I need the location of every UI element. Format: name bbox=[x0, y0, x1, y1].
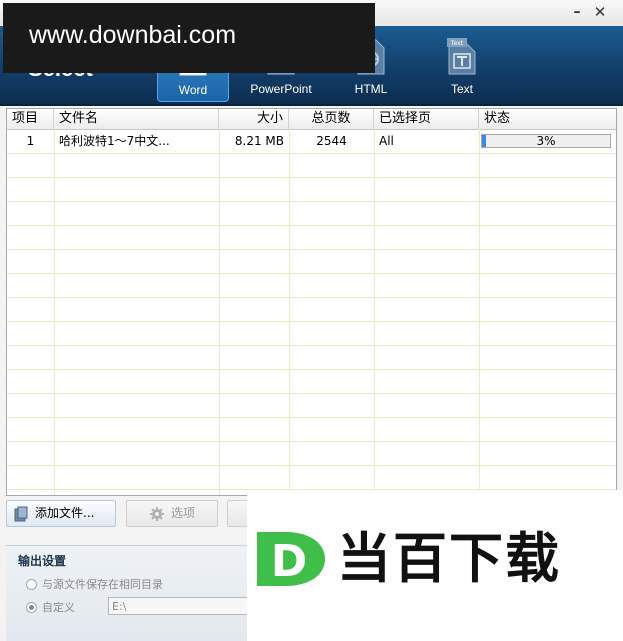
progress-bar: 3% bbox=[481, 134, 611, 148]
file-list-table[interactable]: 项目 文件名 大小 总页数 已选择页 状态 1 哈利波特1～7中文... 8.2… bbox=[6, 108, 617, 496]
radio-same-directory[interactable] bbox=[26, 579, 37, 590]
column-header-total-pages[interactable]: 总页数 bbox=[289, 109, 374, 129]
format-text-button[interactable]: Text Text bbox=[426, 26, 498, 102]
text-icon-tag: Text bbox=[450, 40, 464, 47]
empty-row bbox=[7, 202, 616, 226]
watermark-website: www.downbai.com bbox=[3, 3, 375, 73]
radio-custom-label: 自定义 bbox=[42, 601, 75, 614]
cell-total-pages: 2544 bbox=[316, 134, 347, 148]
empty-row bbox=[7, 178, 616, 202]
progress-text: 3% bbox=[536, 134, 556, 148]
table-row[interactable]: 1 哈利波特1～7中文... 8.21 MB 2544 All 3% bbox=[7, 130, 616, 154]
empty-row bbox=[7, 418, 616, 442]
column-header-index[interactable]: 项目 bbox=[7, 109, 54, 129]
watermark-brand: D 当百下载 bbox=[247, 490, 623, 641]
logo-letter: D bbox=[271, 536, 308, 587]
empty-row bbox=[7, 442, 616, 466]
text-doc-icon: Text bbox=[447, 38, 476, 75]
cell-size: 8.21 MB bbox=[234, 134, 284, 148]
column-header-size[interactable]: 大小 bbox=[219, 109, 289, 129]
options-label: 选项 bbox=[171, 506, 196, 520]
column-separator bbox=[479, 129, 480, 495]
cell-filename: 哈利波特1～7中文... bbox=[59, 134, 170, 148]
add-file-icon bbox=[14, 506, 28, 522]
minimize-button[interactable]: – bbox=[566, 3, 588, 21]
column-header-selected-pages[interactable]: 已选择页 bbox=[374, 109, 479, 129]
output-settings-title: 输出设置 bbox=[18, 554, 67, 568]
empty-row bbox=[7, 466, 616, 490]
close-button[interactable]: ✕ bbox=[589, 3, 611, 21]
empty-row bbox=[7, 298, 616, 322]
column-separator bbox=[54, 129, 55, 495]
cell-selected-pages: All bbox=[379, 134, 394, 148]
empty-row bbox=[7, 370, 616, 394]
table-header: 项目 文件名 大小 总页数 已选择页 状态 bbox=[7, 109, 616, 130]
watermark-brand-text: 当百下载 bbox=[337, 527, 561, 590]
column-separator bbox=[219, 129, 220, 495]
column-separator bbox=[374, 129, 375, 495]
format-word-label: Word bbox=[178, 83, 208, 97]
add-files-button[interactable]: 添加文件... bbox=[6, 500, 116, 527]
empty-row bbox=[7, 226, 616, 250]
column-header-filename[interactable]: 文件名 bbox=[54, 109, 219, 129]
app-window: – ✕ Select Word PowerPoint bbox=[0, 0, 623, 641]
format-powerpoint-label: PowerPoint bbox=[250, 82, 312, 96]
add-files-label: 添加文件... bbox=[35, 506, 95, 520]
empty-row bbox=[7, 346, 616, 370]
output-settings-panel: 输出设置 与源文件保存在相同目录 自定义 bbox=[6, 545, 266, 641]
format-html-label: HTML bbox=[354, 82, 388, 96]
custom-path-input[interactable] bbox=[108, 597, 258, 615]
empty-row bbox=[7, 274, 616, 298]
gear-icon bbox=[150, 507, 164, 521]
format-text-label: Text bbox=[450, 82, 473, 96]
radio-custom[interactable] bbox=[26, 602, 37, 613]
downbai-logo-icon: D bbox=[257, 532, 325, 587]
cell-index: 1 bbox=[26, 134, 35, 148]
column-separator bbox=[289, 129, 290, 495]
radio-same-directory-label: 与源文件保存在相同目录 bbox=[42, 578, 163, 591]
options-button[interactable]: 选项 bbox=[126, 500, 218, 527]
column-header-status[interactable]: 状态 bbox=[479, 109, 616, 129]
empty-row bbox=[7, 322, 616, 346]
empty-row bbox=[7, 154, 616, 178]
empty-row bbox=[7, 250, 616, 274]
empty-row bbox=[7, 394, 616, 418]
